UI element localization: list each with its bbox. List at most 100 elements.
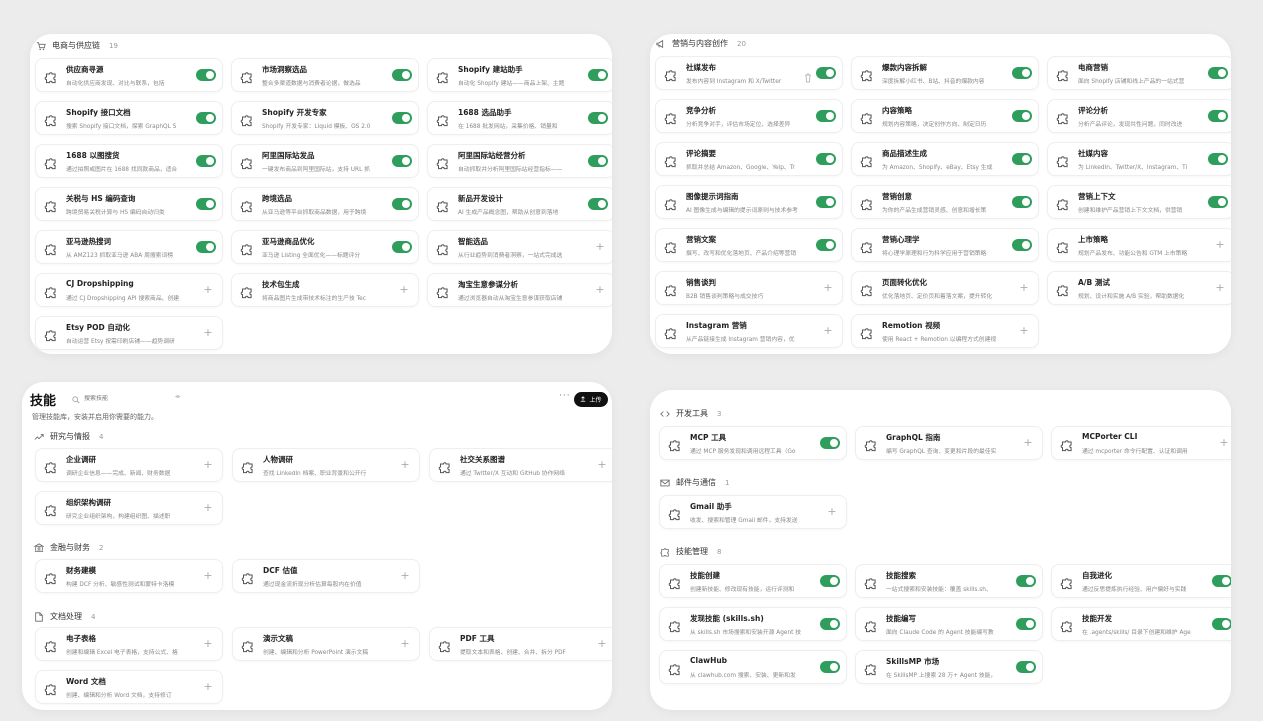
add-icon[interactable]: + <box>1214 238 1226 252</box>
add-icon[interactable]: + <box>202 283 214 297</box>
enable-toggle[interactable] <box>588 112 608 124</box>
skill-card[interactable]: 发现技能 (skills.sh) 从 skills.sh 市场搜索和安装开源 Ag… <box>659 607 847 641</box>
enable-toggle[interactable] <box>1208 67 1228 79</box>
skill-card[interactable]: 关税与 HS 编码查询 跨境贸易关税计算与 HS 编码自动归类 <box>35 187 223 221</box>
skill-card[interactable]: 竞争分析 分析竞争对手，评估市场定位、选择差异 <box>655 99 843 133</box>
enable-toggle[interactable] <box>1016 575 1036 587</box>
enable-toggle[interactable] <box>1012 196 1032 208</box>
skill-card[interactable]: 图像提示词指南 AI 图像生成与编辑的提示词原则与技术参考 <box>655 185 843 219</box>
skill-card[interactable]: 上市策略 规划产品发布、功能公告和 GTM 上市策略 + <box>1047 228 1231 262</box>
enable-toggle[interactable] <box>196 198 216 210</box>
enable-toggle[interactable] <box>196 69 216 81</box>
skill-card[interactable]: Gmail 助手 收发、搜索和管理 Gmail 邮件，支持发送 + <box>659 495 847 529</box>
enable-toggle[interactable] <box>1208 196 1228 208</box>
skill-card[interactable]: 1688 选品助手在 1688 批发网站，采集价格、销量和 <box>427 101 612 135</box>
skill-card[interactable]: 企业调研 调研企业信息——完成、新闻、财务数据 + <box>35 448 223 482</box>
enable-toggle[interactable] <box>1012 153 1032 165</box>
filter-icon[interactable]: ⌯ <box>175 392 181 401</box>
skill-card[interactable]: SkillsMP 市场在 SkillsMP 上搜索 28 万+ Agent 技能… <box>855 650 1043 684</box>
add-icon[interactable]: + <box>596 458 608 472</box>
add-icon[interactable]: + <box>1218 436 1230 450</box>
add-icon[interactable]: + <box>399 637 411 651</box>
skill-card[interactable]: 人物调研 查找 LinkedIn 档案、职业背景和公开行 + <box>232 448 420 482</box>
skill-card[interactable]: PDF 工具 提取文本和表格、创建、合并、拆分 PDF + <box>429 627 612 661</box>
enable-toggle[interactable] <box>820 618 840 630</box>
skill-card[interactable]: 电子表格 创建和编辑 Excel 电子表格，支持公式、格 + <box>35 627 223 661</box>
skill-card[interactable]: MCPorter CLI 通过 mcporter 命令行配置、认证和调用 + <box>1051 426 1231 460</box>
skill-card[interactable]: 1688 以图搜货 通过拍照或图片在 1688 找同款商品，适合 <box>35 144 223 178</box>
enable-toggle[interactable] <box>1012 110 1032 122</box>
skill-card[interactable]: 技能创建 创建新技能、修改现有技能，运行评测和 <box>659 564 847 598</box>
add-icon[interactable]: + <box>399 569 411 583</box>
skill-card[interactable]: Shopify 开发专家 Shopify 开发专家：Liquid 模板、OS 2.… <box>231 101 419 135</box>
skill-card[interactable]: 社交关系图谱 通过 Twitter/X 互动和 GitHub 协作网络 + <box>429 448 612 482</box>
skill-card[interactable]: 供应商寻源 自动化供应商发现、对比与联系，包括 <box>35 58 223 92</box>
skill-card[interactable]: Etsy POD 自动化 自动运营 Etsy 按需印刷店铺——趋势调研 + <box>35 316 223 350</box>
enable-toggle[interactable] <box>392 241 412 253</box>
skill-card[interactable]: ClawHub 从 clawhub.com 搜索、安装、更新和发 <box>659 650 847 684</box>
add-icon[interactable]: + <box>202 637 214 651</box>
skill-card[interactable]: MCP 工具 通过 MCP 服务发现和调用远程工具（Go <box>659 426 847 460</box>
skill-card[interactable]: 技术包生成 将商品图片生成带技术标注的生产技 Tec + <box>231 273 419 307</box>
search-box[interactable] <box>72 391 182 405</box>
skill-card[interactable]: 阿里国际站经营分析 自动抓取并分析阿里国际站经营指标—— <box>427 144 612 178</box>
skill-card[interactable]: 社媒内容为 LinkedIn、Twitter/X、Instagram、Ti <box>1047 142 1231 176</box>
skill-card[interactable]: 演示文稿 创建、编辑和分析 PowerPoint 演示文稿 + <box>232 627 420 661</box>
skill-card[interactable]: 评论摘要 抓取并总结 Amazon、Google、Yelp、Tr <box>655 142 843 176</box>
add-icon[interactable]: + <box>202 569 214 583</box>
skill-card[interactable]: 智能选品 从行业趋势到消费者洞察，一站式完成选 + <box>427 230 612 264</box>
skill-card[interactable]: Shopify 建站助手 自动化 Shopify 建站——商品上架、主题 <box>427 58 612 92</box>
skill-card[interactable]: GraphQL 指南 编写 GraphQL 查询、变更和片段的最佳实 + <box>855 426 1043 460</box>
more-icon[interactable]: ··· <box>559 391 571 401</box>
enable-toggle[interactable] <box>1208 110 1228 122</box>
enable-toggle[interactable] <box>1012 239 1032 251</box>
skill-card[interactable]: 营销创意 为你的产品生成营销灵感、创意和增长策 <box>851 185 1039 219</box>
enable-toggle[interactable] <box>816 110 836 122</box>
add-icon[interactable]: + <box>594 283 606 297</box>
skill-card[interactable]: 新品开发设计 AI 生成产品概念图，帮助从创意到落地 <box>427 187 612 221</box>
skill-card[interactable]: 财务建模 构建 DCF 分析、敏感性测试和蒙特卡洛模 + <box>35 559 223 593</box>
skill-card[interactable]: 组织架构调研 研究企业组织架构，构建组织图、描述职 + <box>35 491 223 525</box>
skill-card[interactable]: 技能开发在 .agents/skills/ 目录下创建和维护 Age <box>1051 607 1231 641</box>
skill-card[interactable]: DCF 估值 通过现金流折现分析估算每股内在价值 + <box>232 559 420 593</box>
enable-toggle[interactable] <box>392 112 412 124</box>
enable-toggle[interactable] <box>820 437 840 449</box>
enable-toggle[interactable] <box>1012 67 1032 79</box>
skill-card[interactable]: 亚马逊热搜词从 AMZ123 抓取亚马逊 ABA 周搜索词榜 <box>35 230 223 264</box>
enable-toggle[interactable] <box>196 155 216 167</box>
add-icon[interactable]: + <box>822 324 834 338</box>
enable-toggle[interactable] <box>1016 661 1036 673</box>
enable-toggle[interactable] <box>820 661 840 673</box>
skill-card[interactable]: A/B 测试 规划、设计和实施 A/B 实验，帮助数据化 + <box>1047 271 1231 305</box>
enable-toggle[interactable] <box>816 153 836 165</box>
skill-card[interactable]: 营销上下文 创建和维护产品营销上下文文档，供营销 <box>1047 185 1231 219</box>
enable-toggle[interactable] <box>392 198 412 210</box>
skill-card[interactable]: 技能搜索 一站式搜索和安装技能：覆盖 skills.sh、 <box>855 564 1043 598</box>
add-icon[interactable]: + <box>202 326 214 340</box>
skill-card[interactable]: Remotion 视频 使用 React + Remotion 以编程方式创建视 + <box>851 314 1039 348</box>
enable-toggle[interactable] <box>196 241 216 253</box>
add-icon[interactable]: + <box>202 680 214 694</box>
add-icon[interactable]: + <box>399 458 411 472</box>
skill-card[interactable]: 评论分析 分析产品评论，发现共性问题，同时改进 <box>1047 99 1231 133</box>
skill-card[interactable]: 亚马逊商品优化 亚马逊 Listing 全面优化——标题评分 <box>231 230 419 264</box>
add-icon[interactable]: + <box>398 283 410 297</box>
add-icon[interactable]: + <box>1018 281 1030 295</box>
skill-card[interactable]: 社媒发布 发布内容到 Instagram 和 X/Twitter <box>655 56 843 90</box>
enable-toggle[interactable] <box>816 239 836 251</box>
enable-toggle[interactable] <box>816 196 836 208</box>
skill-card[interactable]: 商品描述生成为 Amazon、Shopify、eBay、Etsy 生成 <box>851 142 1039 176</box>
skill-card[interactable]: 技能编写 面向 Claude Code 的 Agent 技能编写教 <box>855 607 1043 641</box>
enable-toggle[interactable] <box>1208 153 1228 165</box>
skill-card[interactable]: 营销心理学 将心理学原理和行为科学应用于营销策略 <box>851 228 1039 262</box>
skill-card[interactable]: 阿里国际站发品 一键发布商品到阿里国际站，支持 URL 抓 <box>231 144 419 178</box>
skill-card[interactable]: 销售谈判 B2B 销售谈判策略与成交技巧 + <box>655 271 843 305</box>
add-icon[interactable]: + <box>594 240 606 254</box>
enable-toggle[interactable] <box>1212 618 1231 630</box>
skill-card[interactable]: 市场洞察选品 整合多渠道数据与消费者论据，做选品 <box>231 58 419 92</box>
skill-card[interactable]: 爆款内容拆解 深度拆解小红书、B站、抖音的爆款内容 <box>851 56 1039 90</box>
enable-toggle[interactable] <box>588 198 608 210</box>
enable-toggle[interactable] <box>196 112 216 124</box>
add-icon[interactable]: + <box>596 637 608 651</box>
skill-card[interactable]: CJ Dropshipping 通过 CJ Dropshipping API 搜索… <box>35 273 223 307</box>
